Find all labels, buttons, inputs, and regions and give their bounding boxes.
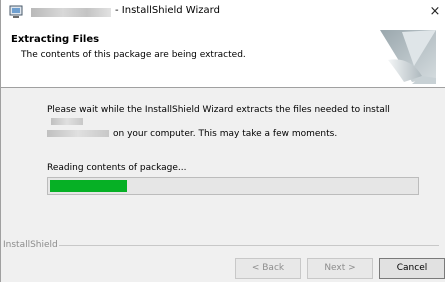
page-curl-banner-icon — [352, 26, 438, 84]
installshield-wizard-window: - InstallShield Wizard × Extracting File… — [0, 0, 445, 282]
wizard-header: Extracting Files The contents of this pa… — [1, 24, 445, 88]
progress-status-text: Reading contents of package... — [47, 163, 187, 173]
extraction-progress-bar — [47, 177, 419, 195]
title-bar[interactable]: - InstallShield Wizard × — [1, 0, 445, 24]
cancel-button[interactable]: Cancel — [379, 258, 445, 279]
next-button[interactable]: Next > — [307, 258, 373, 279]
footer-divider — [59, 245, 439, 246]
body-line-1: Please wait while the InstallShield Wiza… — [47, 105, 390, 115]
window-title: - InstallShield Wizard — [115, 5, 220, 16]
header-title: Extracting Files — [11, 34, 100, 45]
close-button[interactable]: × — [424, 0, 445, 24]
body-line-2: on your computer. This may take a few mo… — [113, 129, 338, 139]
progress-bar-fill — [50, 180, 127, 192]
back-button[interactable]: < Back — [235, 258, 301, 279]
installshield-brand-label: InstallShield — [3, 240, 58, 250]
redacted-product-name — [31, 8, 111, 17]
installer-app-icon — [9, 5, 23, 19]
redacted-product-name — [47, 130, 109, 137]
header-subtitle: The contents of this package are being e… — [21, 50, 246, 60]
redacted-product-name — [51, 118, 83, 125]
body-message: Please wait while the InstallShield Wiza… — [47, 104, 407, 140]
